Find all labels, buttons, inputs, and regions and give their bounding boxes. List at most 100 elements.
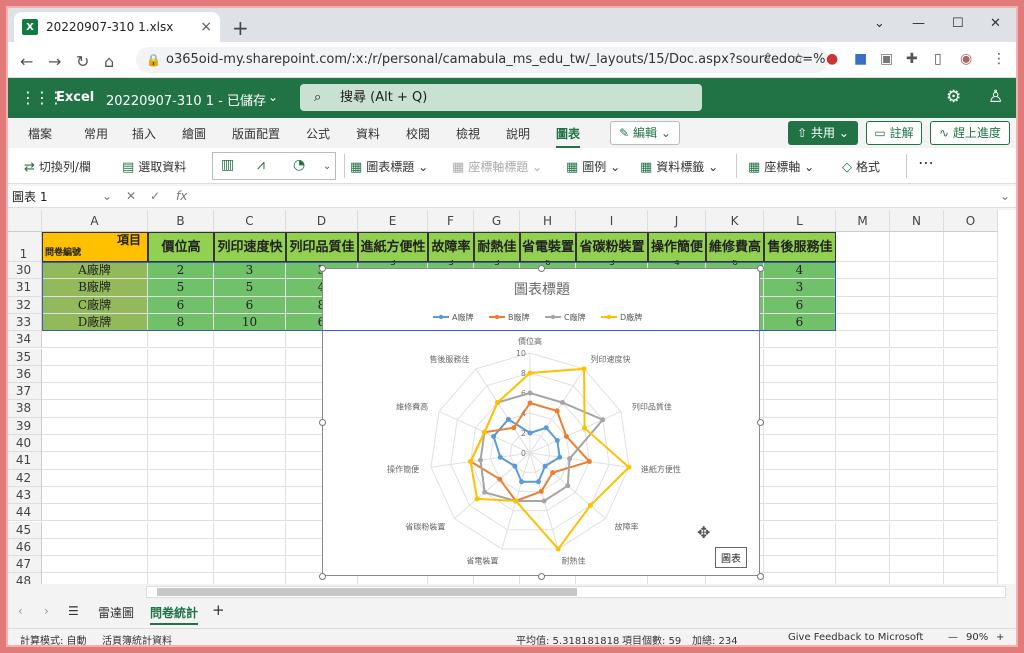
radar-data-point[interactable]: [563, 433, 569, 439]
radar-data-point[interactable]: [538, 488, 544, 494]
column-header-n[interactable]: N: [890, 210, 944, 232]
empty-cell[interactable]: [836, 262, 890, 280]
empty-cell[interactable]: [42, 486, 148, 505]
search-box[interactable]: ⌕ 搜尋 (Alt + Q): [300, 84, 702, 111]
empty-cell[interactable]: [764, 573, 836, 584]
tab-draw[interactable]: 繪圖: [182, 125, 206, 142]
radar-data-point[interactable]: [535, 479, 541, 485]
next-sheet-icon[interactable]: ›: [44, 604, 49, 618]
browser-tab[interactable]: X 20220907-310 1.xlsx ×: [14, 12, 220, 42]
empty-cell[interactable]: [148, 383, 214, 401]
share-icon[interactable]: ⇪: [762, 51, 774, 67]
radar-data-point[interactable]: [565, 483, 571, 489]
account-icon[interactable]: ♙: [988, 87, 1003, 107]
empty-cell[interactable]: [42, 538, 148, 557]
empty-cell[interactable]: [944, 504, 998, 522]
row-header-32[interactable]: 32: [6, 296, 42, 314]
empty-cell[interactable]: [764, 556, 836, 574]
empty-cell[interactable]: [944, 538, 998, 557]
row-header-1[interactable]: 1: [6, 232, 42, 262]
radar-data-point[interactable]: [541, 498, 547, 504]
empty-cell[interactable]: [890, 348, 944, 366]
radar-data-point[interactable]: [559, 400, 565, 406]
empty-cell[interactable]: [944, 469, 998, 487]
empty-cell[interactable]: [836, 435, 890, 453]
empty-cell[interactable]: [42, 452, 148, 470]
row-header-31[interactable]: 31: [6, 279, 42, 297]
document-chevron-icon[interactable]: ⌄: [268, 90, 278, 104]
column-header-k[interactable]: K: [706, 210, 764, 232]
empty-cell[interactable]: [944, 348, 998, 366]
radar-data-point[interactable]: [513, 498, 519, 504]
empty-cell[interactable]: [836, 313, 890, 332]
empty-cell[interactable]: [42, 469, 148, 487]
radar-data-point[interactable]: [474, 496, 480, 502]
empty-cell[interactable]: [148, 348, 214, 366]
empty-cell[interactable]: [148, 521, 214, 539]
radar-data-point[interactable]: [497, 476, 503, 482]
empty-cell[interactable]: [890, 417, 944, 435]
empty-cell[interactable]: [148, 452, 214, 470]
expand-formula-icon[interactable]: ⌄: [1000, 189, 1010, 203]
radar-axis-label[interactable]: 進紙方便性: [641, 464, 681, 474]
close-tab-icon[interactable]: ×: [200, 19, 212, 35]
all-sheets-icon[interactable]: ☰: [68, 604, 79, 618]
empty-cell[interactable]: [148, 469, 214, 487]
resize-handle[interactable]: [757, 419, 764, 426]
empty-cell[interactable]: [890, 504, 944, 522]
zoom-in-icon[interactable]: +: [996, 632, 1004, 643]
empty-cell[interactable]: [42, 331, 148, 349]
empty-cell[interactable]: [890, 365, 944, 384]
select-data-button[interactable]: ▤ 選取資料: [122, 158, 186, 175]
header-cell-11[interactable]: 售後服務佳: [764, 232, 836, 262]
chevron-down-icon[interactable]: ⌄: [874, 16, 885, 31]
empty-cell[interactable]: [214, 469, 286, 487]
data-cell[interactable]: 8: [148, 313, 214, 332]
column-header-j[interactable]: J: [648, 210, 706, 232]
radar-plot-area[interactable]: 0246810價位高列印速度快列印品質佳進紙方便性故障率耐熱佳省電裝置省碳粉裝置…: [323, 269, 761, 577]
empty-cell[interactable]: [148, 573, 214, 584]
empty-cell[interactable]: [836, 365, 890, 384]
empty-cell[interactable]: [890, 486, 944, 505]
column-header-c[interactable]: C: [214, 210, 286, 232]
row-header-36[interactable]: 36: [6, 365, 42, 384]
column-header-i[interactable]: I: [576, 210, 648, 232]
empty-cell[interactable]: [214, 452, 286, 470]
empty-cell[interactable]: [944, 232, 998, 262]
radar-data-point[interactable]: [527, 370, 533, 376]
radar-axis-label[interactable]: 省電裝置: [466, 555, 498, 565]
empty-cell[interactable]: [148, 331, 214, 349]
forward-icon[interactable]: →: [48, 52, 61, 71]
document-name[interactable]: 20220907-310 1 - 已儲存: [106, 90, 266, 109]
empty-cell[interactable]: [890, 232, 944, 262]
profile-avatar[interactable]: ◉: [960, 51, 972, 67]
axes-button[interactable]: ▦ 座標軸 ⌄: [748, 158, 814, 175]
name-box-dropdown-icon[interactable]: ⌄: [102, 189, 112, 203]
empty-cell[interactable]: [214, 556, 286, 574]
data-labels-button[interactable]: ▦ 資料標籤 ⌄: [640, 158, 718, 175]
empty-cell[interactable]: [836, 417, 890, 435]
edit-mode-button[interactable]: ✎ 編輯 ⌄: [610, 121, 680, 145]
function-icon[interactable]: fx: [176, 189, 187, 203]
confirm-icon[interactable]: ✓: [150, 189, 160, 203]
radar-data-point[interactable]: [587, 502, 593, 508]
radar-data-point[interactable]: [527, 430, 533, 436]
empty-cell[interactable]: [764, 538, 836, 557]
more-options-button[interactable]: ⋯: [918, 153, 934, 172]
star-icon[interactable]: ☆: [792, 51, 805, 67]
empty-cell[interactable]: [890, 452, 944, 470]
row-header-39[interactable]: 39: [6, 417, 42, 435]
header-cell-5[interactable]: 故障率: [428, 232, 474, 262]
data-cell[interactable]: 5: [148, 279, 214, 297]
radar-data-point[interactable]: [519, 479, 525, 485]
legend-button[interactable]: ▦ 圖例 ⌄: [566, 158, 620, 175]
radar-axis-label[interactable]: 維修費高: [396, 401, 428, 411]
empty-cell[interactable]: [214, 486, 286, 505]
zoom-out-icon[interactable]: —: [948, 632, 958, 643]
empty-cell[interactable]: [944, 365, 998, 384]
header-cell-1[interactable]: 價位高: [148, 232, 214, 262]
radar-axis-label[interactable]: 列印品質佳: [632, 401, 672, 411]
reload-icon[interactable]: ↻: [76, 52, 89, 71]
row-header-41[interactable]: 41: [6, 452, 42, 470]
empty-cell[interactable]: [764, 365, 836, 384]
